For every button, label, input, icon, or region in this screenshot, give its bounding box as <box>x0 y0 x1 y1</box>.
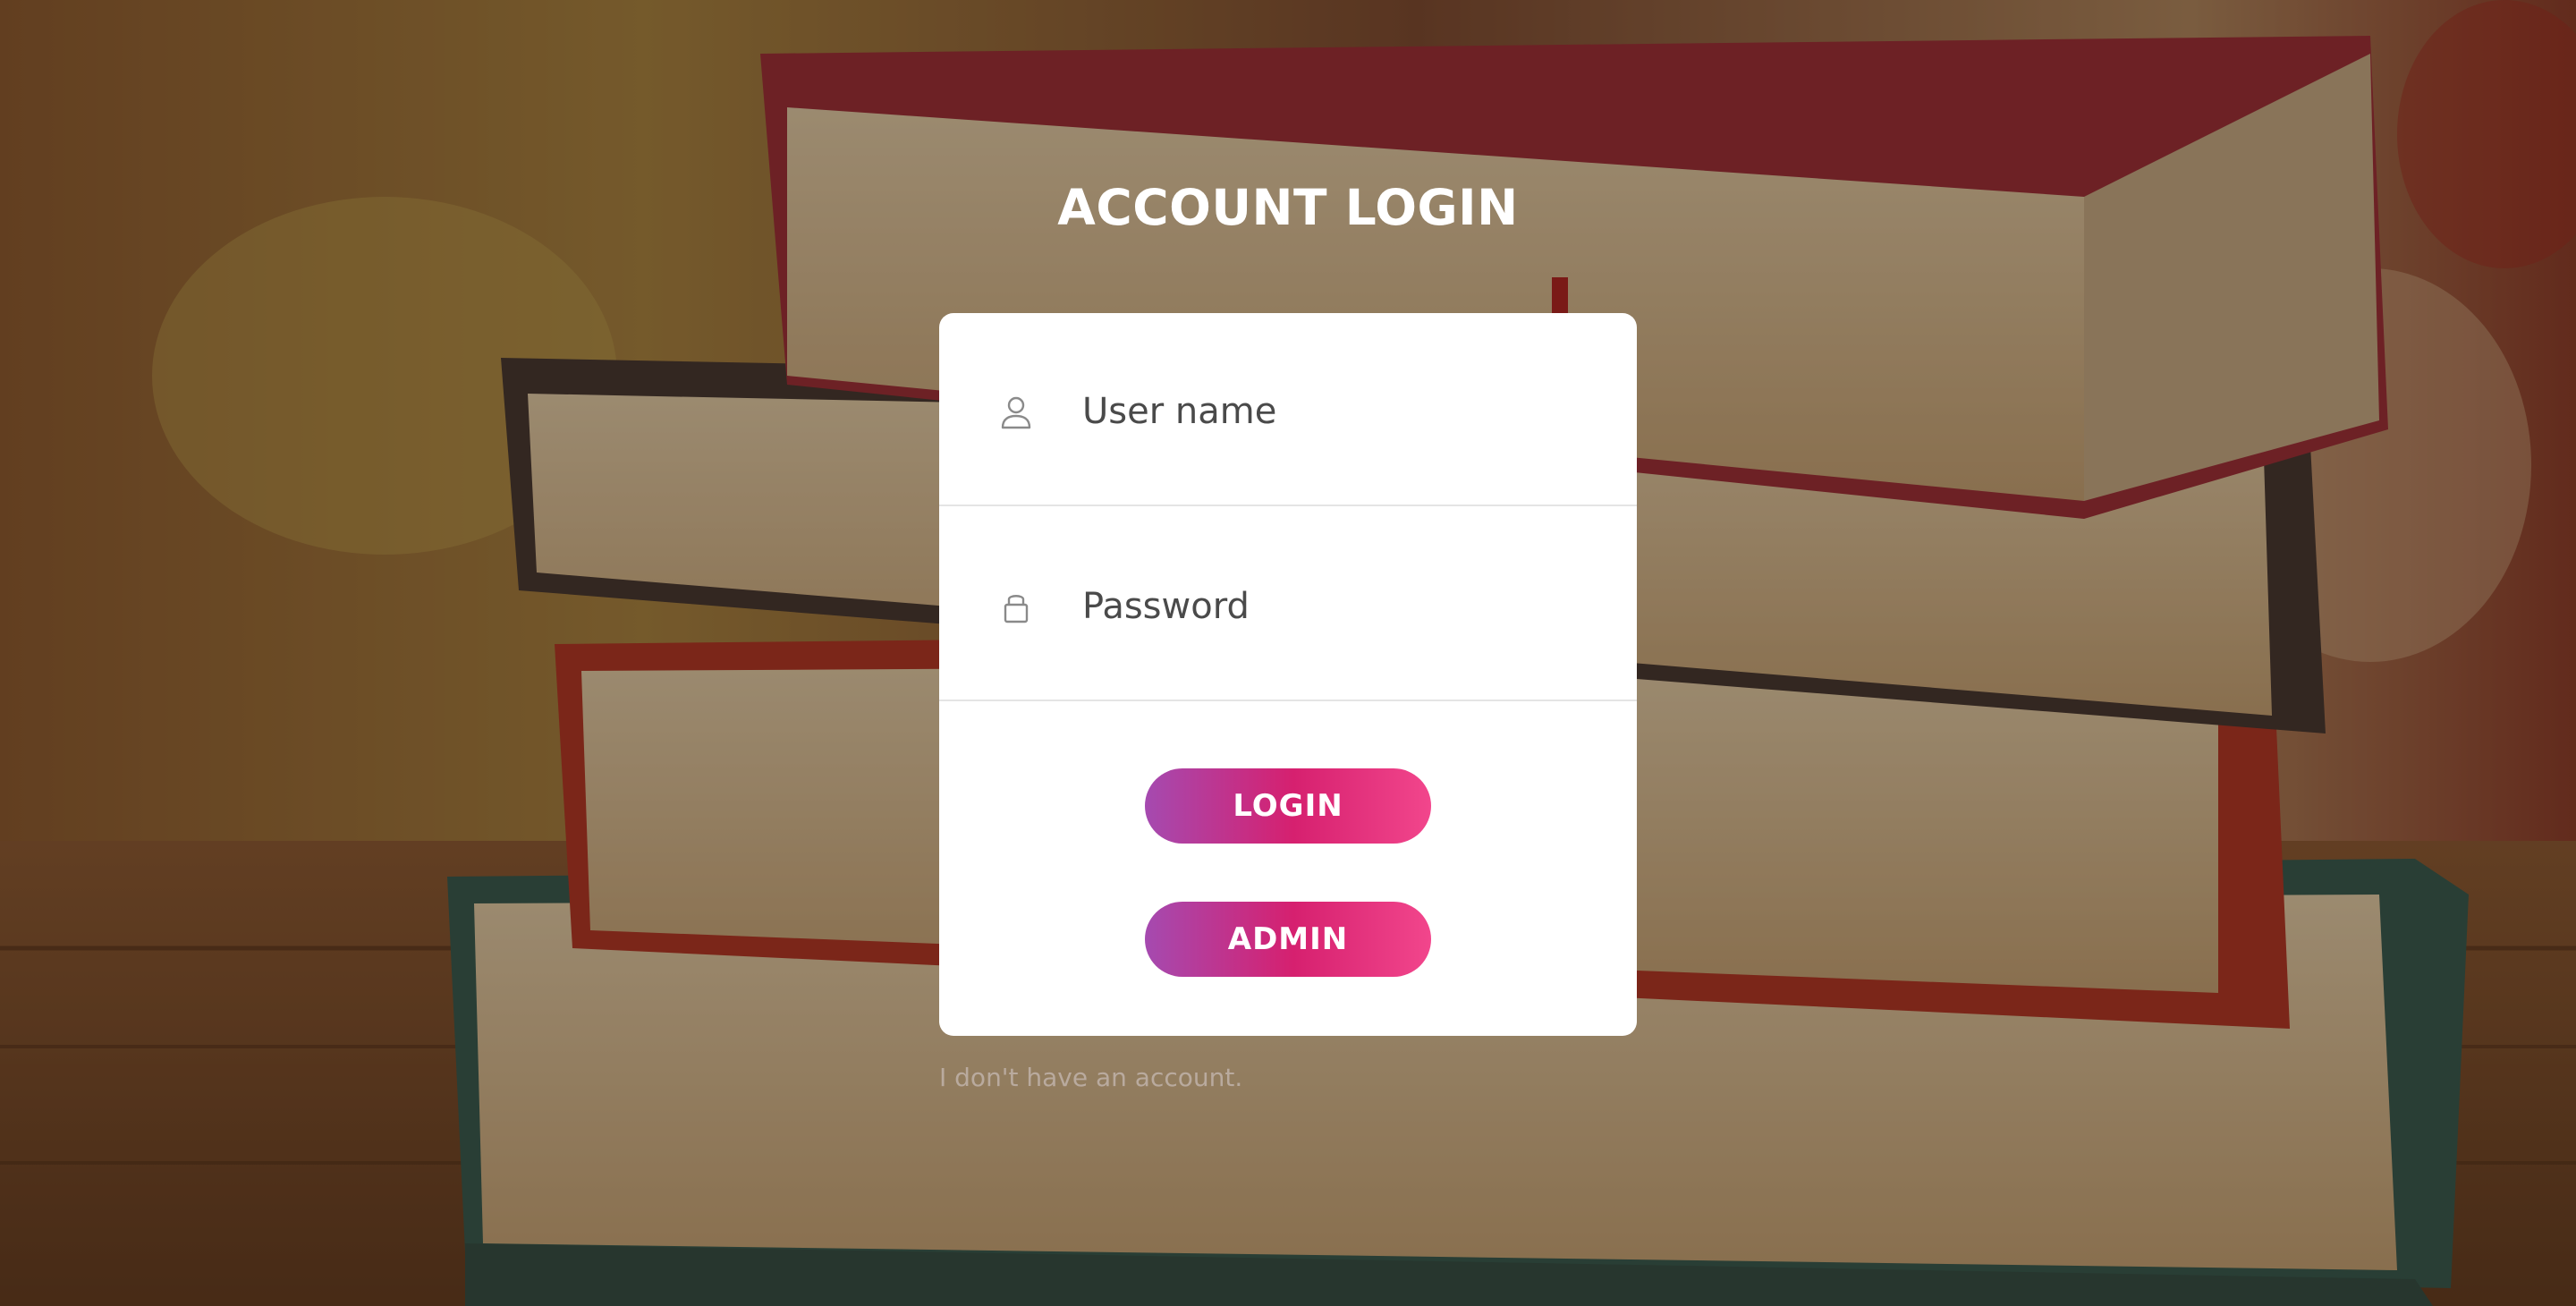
no-account-link[interactable]: I don't have an account. <box>939 1063 1242 1092</box>
username-input[interactable] <box>1082 376 1601 447</box>
admin-button[interactable]: ADMIN <box>1145 902 1431 977</box>
login-button[interactable]: LOGIN <box>1145 768 1431 844</box>
login-page: ACCOUNT LOGIN LOGIN ADMIN I don't have a… <box>0 0 2576 1306</box>
password-input[interactable] <box>1082 571 1601 642</box>
lock-icon <box>1004 595 1029 623</box>
login-card: LOGIN ADMIN <box>939 313 1637 1036</box>
username-field <box>939 313 1637 506</box>
page-title: ACCOUNT LOGIN <box>1057 179 1519 236</box>
password-field <box>939 508 1637 701</box>
user-icon <box>1001 396 1031 429</box>
